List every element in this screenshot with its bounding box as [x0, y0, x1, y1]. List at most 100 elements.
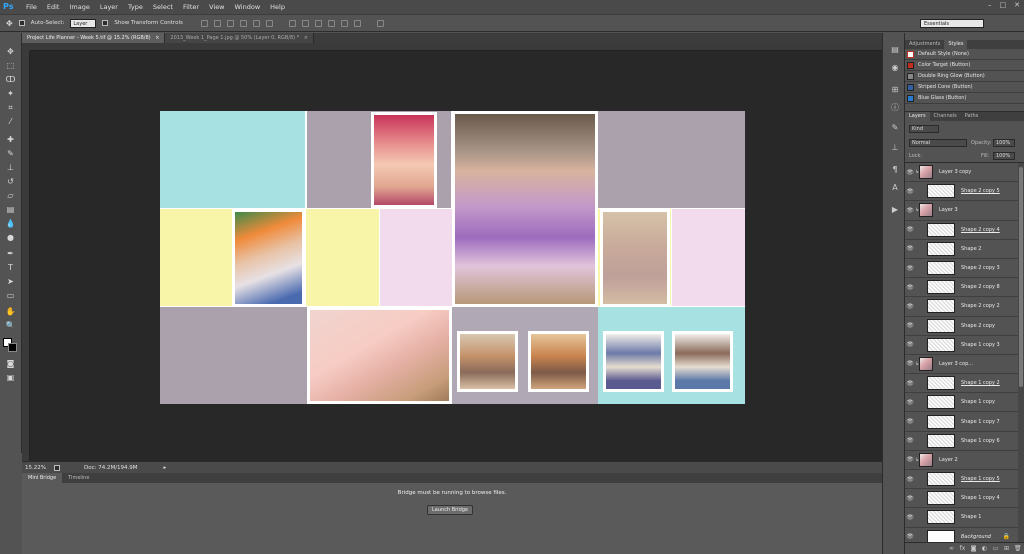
path-selection-tool-icon[interactable]: ➤	[5, 277, 16, 287]
layer-thumbnail[interactable]	[927, 241, 955, 256]
launch-bridge-button[interactable]: Launch Bridge	[427, 505, 473, 515]
visibility-eye-icon[interactable]: 👁	[905, 533, 915, 540]
menu-help[interactable]: Help	[265, 3, 290, 11]
tab-channels[interactable]: Channels	[930, 112, 961, 121]
visibility-eye-icon[interactable]: 👁	[905, 399, 915, 406]
pen-tool-icon[interactable]: ✒	[5, 249, 16, 259]
properties-panel-icon[interactable]: ⊞	[890, 85, 900, 94]
screen-mode-icon[interactable]: ▣	[5, 373, 16, 383]
tab-close-icon[interactable]: ×	[155, 35, 159, 41]
distribute-left-icon[interactable]	[327, 19, 335, 27]
layer-row[interactable]: 👁 Shape 2 copy 3	[905, 259, 1018, 279]
minimize-icon[interactable]: –	[988, 1, 992, 9]
canvas-area[interactable]	[30, 51, 882, 461]
history-brush-tool-icon[interactable]: ↺	[5, 177, 16, 187]
layer-thumbnail[interactable]	[927, 433, 955, 448]
menu-file[interactable]: File	[21, 3, 42, 11]
layer-thumbnail[interactable]	[927, 337, 955, 352]
layer-thumbnail[interactable]	[927, 414, 955, 429]
type-tool-icon[interactable]: T	[5, 263, 16, 273]
zoom-tool-icon[interactable]: 🔍	[5, 321, 16, 331]
style-item[interactable]: Color Target (Button)	[905, 60, 1024, 71]
layer-thumbnail[interactable]	[927, 299, 955, 314]
layer-thumbnail[interactable]	[927, 280, 955, 295]
layer-row[interactable]: 👁 Shape 2	[905, 240, 1018, 259]
layer-row[interactable]: 👁 Background 🔒	[905, 528, 1018, 542]
visibility-eye-icon[interactable]: 👁	[905, 169, 915, 176]
layer-thumbnail[interactable]	[919, 165, 933, 180]
layer-thumbnail[interactable]	[927, 529, 955, 542]
layer-thumbnail[interactable]	[927, 510, 955, 525]
visibility-eye-icon[interactable]: 👁	[905, 476, 915, 483]
layer-row[interactable]: 👁 Shape 1 copy 5	[905, 470, 1018, 490]
add-style-icon[interactable]: fx	[959, 545, 966, 552]
layer-row[interactable]: 👁 Shape 2 copy 5	[905, 182, 1018, 202]
visibility-eye-icon[interactable]: 👁	[905, 437, 915, 444]
quick-mask-icon[interactable]: ◙	[5, 359, 16, 369]
layer-thumbnail[interactable]	[927, 472, 955, 487]
character-panel-icon[interactable]: A	[890, 183, 900, 192]
blur-tool-icon[interactable]: 💧	[5, 219, 16, 229]
delete-layer-icon[interactable]: 🗑	[1014, 545, 1022, 552]
dodge-tool-icon[interactable]: ●	[5, 233, 16, 243]
align-middle-icon[interactable]	[213, 19, 221, 27]
layer-row[interactable]: 👁 Shape 1 copy 6	[905, 432, 1018, 451]
visibility-eye-icon[interactable]: 👁	[905, 456, 915, 463]
opacity-input[interactable]: 100%	[993, 139, 1015, 147]
layer-row[interactable]: 👁 Shape 1 copy 4	[905, 489, 1018, 509]
paragraph-panel-icon[interactable]: ¶	[890, 165, 900, 174]
background-color-swatch[interactable]	[8, 343, 17, 352]
brush-tool-icon[interactable]: ✎	[5, 149, 16, 159]
style-item[interactable]: Default Style (None)	[905, 49, 1024, 60]
tab-paths[interactable]: Paths	[961, 112, 983, 121]
style-item[interactable]: Double Ring Glow (Button)	[905, 71, 1024, 82]
menu-image[interactable]: Image	[64, 3, 94, 11]
blend-mode-dropdown[interactable]: Normal	[909, 139, 967, 147]
layer-row[interactable]: 👁 Shape 1 copy 7	[905, 412, 1018, 432]
eraser-tool-icon[interactable]: ▱	[5, 191, 16, 201]
move-tool-icon[interactable]: ✥	[5, 47, 16, 57]
actions-panel-icon[interactable]: ◉	[890, 63, 900, 72]
layer-row[interactable]: 👁 ↳ Layer 3 copy	[905, 163, 1018, 183]
layer-row[interactable]: 👁 ↳ Layer 3 cop...	[905, 355, 1018, 375]
visibility-eye-icon[interactable]: 👁	[905, 265, 915, 272]
magic-wand-tool-icon[interactable]: ✦	[5, 89, 16, 99]
distribute-bottom-icon[interactable]	[314, 19, 322, 27]
tab-mini-bridge[interactable]: Mini Bridge	[22, 473, 63, 483]
layer-row[interactable]: 👁 Shape 1	[905, 508, 1018, 528]
auto-align-icon[interactable]	[376, 19, 384, 27]
hand-tool-icon[interactable]: ✋	[5, 307, 16, 317]
layer-row[interactable]: 👁 ↳ Layer 2	[905, 451, 1018, 470]
layer-thumbnail[interactable]	[927, 261, 955, 276]
layer-thumbnail[interactable]	[927, 184, 955, 199]
layer-row[interactable]: 👁 Shape 1 copy	[905, 393, 1018, 413]
timeline-panel-icon[interactable]: ▶	[890, 205, 900, 214]
menu-view[interactable]: View	[204, 3, 229, 11]
distribute-right-icon[interactable]	[353, 19, 361, 27]
menu-type[interactable]: Type	[123, 3, 148, 11]
maximize-icon[interactable]: □	[1000, 1, 1007, 9]
layer-row[interactable]: 👁 Shape 1 copy 3	[905, 336, 1018, 355]
distribute-top-icon[interactable]	[288, 19, 296, 27]
tab-close-icon[interactable]: ×	[304, 35, 308, 41]
clone-source-panel-icon[interactable]: ⊥	[890, 143, 900, 152]
healing-brush-tool-icon[interactable]: ✚	[5, 135, 16, 145]
workspace-dropdown[interactable]: Essentials	[920, 19, 984, 28]
fill-input[interactable]: 100%	[993, 152, 1015, 160]
align-top-icon[interactable]	[200, 19, 208, 27]
visibility-eye-icon[interactable]: 👁	[905, 360, 915, 367]
distribute-center-icon[interactable]	[340, 19, 348, 27]
layer-thumbnail[interactable]	[919, 356, 933, 371]
tab-week-1-page-1[interactable]: 2013_Week 1_Page 1.jpg @ 50% (Layer 0, R…	[165, 33, 314, 43]
shape-tool-icon[interactable]: ▭	[5, 291, 16, 301]
layer-row[interactable]: 👁 ↳ Layer 3	[905, 201, 1018, 221]
menu-edit[interactable]: Edit	[42, 3, 65, 11]
align-right-icon[interactable]	[265, 19, 273, 27]
tab-adjustments[interactable]: Adjustments	[905, 40, 944, 49]
menu-layer[interactable]: Layer	[95, 3, 123, 11]
layer-row[interactable]: 👁 Shape 1 copy 2	[905, 374, 1018, 394]
layer-row[interactable]: 👁 Shape 2 copy 8	[905, 278, 1018, 298]
align-center-icon[interactable]	[252, 19, 260, 27]
new-group-icon[interactable]: ▭	[992, 545, 999, 552]
visibility-eye-icon[interactable]: 👁	[905, 380, 915, 387]
